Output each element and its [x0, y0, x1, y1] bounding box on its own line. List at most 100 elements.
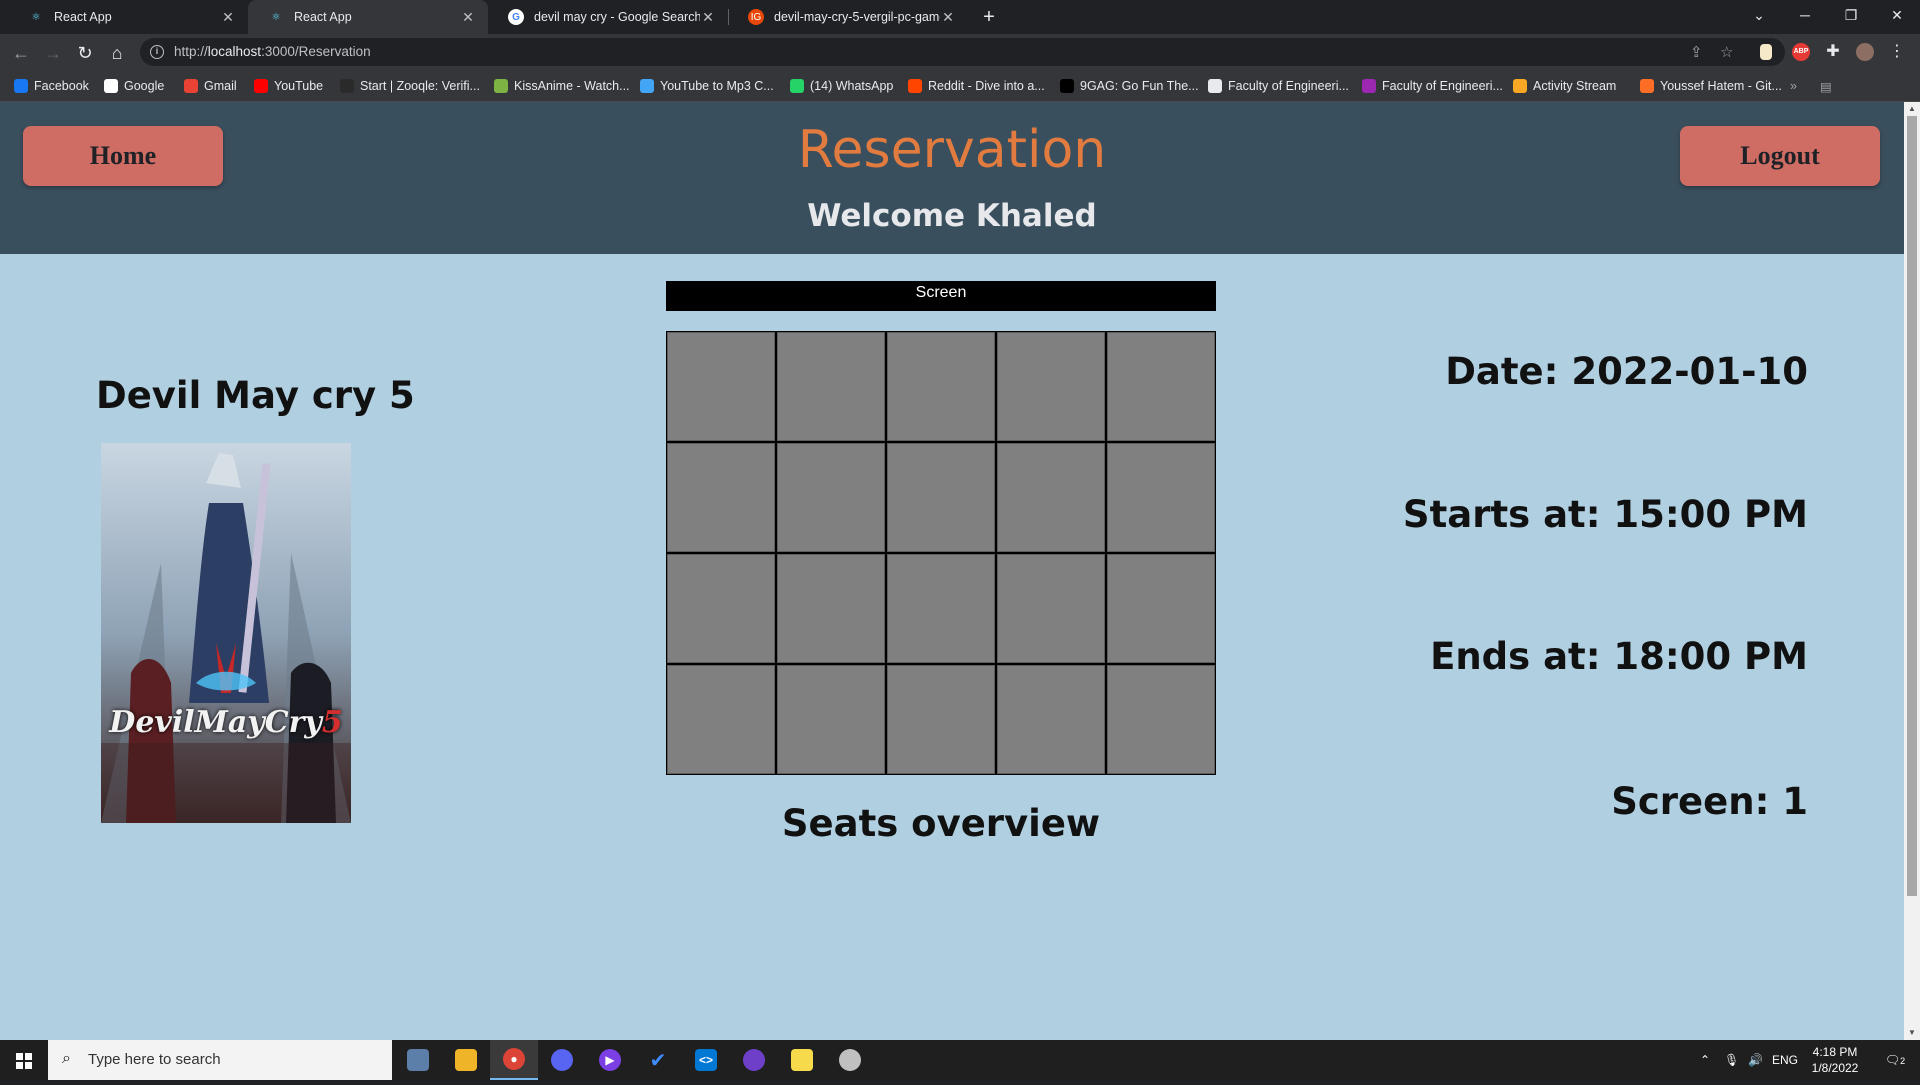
youtube-icon: [254, 79, 268, 93]
close-tab-icon[interactable]: ✕: [460, 9, 476, 26]
taskbar-app-notes[interactable]: [778, 1040, 826, 1080]
menu-icon[interactable]: ⋮: [1888, 43, 1906, 61]
kissanime-icon: [494, 79, 508, 93]
bookmark-item[interactable]: Youssef Hatem - Git...: [1640, 78, 1782, 94]
tray-chevron-icon[interactable]: ⌃: [1700, 1040, 1710, 1080]
address-bar[interactable]: i http://localhost:3000/Reservation ⇪ ☆: [140, 38, 1785, 66]
taskbar-app-github[interactable]: [730, 1040, 778, 1080]
seat[interactable]: [997, 554, 1105, 663]
seat[interactable]: [777, 443, 885, 552]
extension-icon[interactable]: [1760, 44, 1772, 60]
bookmark-item[interactable]: Reddit - Dive into a...: [908, 78, 1045, 94]
scroll-up-icon[interactable]: ▲: [1904, 102, 1920, 116]
bookmark-item[interactable]: Faculty of Engineeri...: [1208, 78, 1349, 94]
forward-arrow-icon[interactable]: →: [40, 40, 66, 66]
bookmark-label: Faculty of Engineeri...: [1382, 79, 1503, 93]
tab-game-page[interactable]: IG devil-may-cry-5-vergil-pc-game- ✕: [728, 0, 968, 34]
activity-icon: [1513, 79, 1527, 93]
home-icon[interactable]: ⌂: [104, 40, 130, 66]
volume-icon[interactable]: 🔊: [1748, 1040, 1763, 1080]
seat[interactable]: [1107, 332, 1215, 441]
seat[interactable]: [1107, 665, 1215, 774]
seat[interactable]: [997, 665, 1105, 774]
scroll-down-icon[interactable]: ▼: [1904, 1026, 1920, 1040]
scroll-thumb[interactable]: [1907, 116, 1917, 896]
screen-bar: Screen: [666, 281, 1216, 311]
page-title: Reservation: [797, 120, 1107, 180]
bookmark-item[interactable]: KissAnime - Watch...: [494, 78, 630, 94]
more-bookmarks-icon[interactable]: »: [1790, 78, 1797, 94]
taskbar-app-chrome[interactable]: ●: [490, 1040, 538, 1080]
seat[interactable]: [777, 554, 885, 663]
seat[interactable]: [1107, 554, 1215, 663]
bookmark-item[interactable]: Start | Zooqle: Verifi...: [340, 78, 480, 94]
close-tab-icon[interactable]: ✕: [700, 9, 716, 26]
taskbar-app-media[interactable]: ▶: [586, 1040, 634, 1080]
seat[interactable]: [777, 665, 885, 774]
mp3-icon: [640, 79, 654, 93]
new-tab-button[interactable]: +: [976, 4, 1002, 30]
reading-list-icon[interactable]: ▤: [1820, 78, 1832, 94]
seat[interactable]: [667, 665, 775, 774]
bookmark-item[interactable]: YouTube: [254, 78, 323, 94]
seat[interactable]: [887, 554, 995, 663]
puzzle-icon[interactable]: ✚: [1824, 43, 1842, 61]
info-icon[interactable]: i: [150, 45, 164, 59]
page-scrollbar[interactable]: ▲ ▼: [1904, 102, 1920, 1040]
google-icon: G: [508, 9, 524, 25]
share-icon[interactable]: ⇪: [1690, 43, 1703, 61]
seat[interactable]: [887, 332, 995, 441]
notification-center-icon[interactable]: 🗨2: [1880, 1040, 1910, 1080]
tab-google-search[interactable]: G devil may cry - Google Search ✕: [488, 0, 728, 34]
google-icon: [104, 79, 118, 93]
profile-avatar[interactable]: [1856, 43, 1874, 61]
url-text: http://localhost:3000/Reservation: [174, 44, 371, 59]
bookmark-item[interactable]: Gmail: [184, 78, 237, 94]
seat[interactable]: [667, 443, 775, 552]
taskbar-app-explorer[interactable]: [442, 1040, 490, 1080]
close-window-button[interactable]: ✕: [1874, 0, 1920, 30]
seat[interactable]: [667, 332, 775, 441]
logout-button[interactable]: Logout: [1680, 126, 1880, 186]
seat[interactable]: [887, 443, 995, 552]
restore-button[interactable]: ❐: [1828, 0, 1874, 30]
tab-react-app-1[interactable]: ⚛ React App ✕: [8, 0, 248, 34]
bookmark-label: Gmail: [204, 79, 237, 93]
star-icon[interactable]: ☆: [1720, 43, 1733, 61]
start-button[interactable]: [0, 1040, 48, 1080]
microphone-icon[interactable]: 🎙: [1724, 1040, 1739, 1080]
taskbar-app-todo[interactable]: ✔: [634, 1040, 682, 1080]
reload-icon[interactable]: ↻: [72, 40, 98, 66]
seat[interactable]: [667, 554, 775, 663]
bookmark-item[interactable]: Facebook: [14, 78, 89, 94]
bookmark-item[interactable]: (14) WhatsApp: [790, 78, 893, 94]
faculty-icon: [1208, 79, 1222, 93]
tab-search-icon[interactable]: ⌄: [1736, 0, 1782, 30]
seat[interactable]: [997, 443, 1105, 552]
close-tab-icon[interactable]: ✕: [940, 9, 956, 26]
bookmark-item[interactable]: Google: [104, 78, 164, 94]
bookmark-label: KissAnime - Watch...: [514, 79, 630, 93]
taskbar-app-discord[interactable]: [538, 1040, 586, 1080]
seat[interactable]: [887, 665, 995, 774]
bookmark-item[interactable]: 9GAG: Go Fun The...: [1060, 78, 1199, 94]
taskbar-app-vscode[interactable]: <>: [682, 1040, 730, 1080]
system-clock[interactable]: 4:18 PM 1/8/2022: [1800, 1044, 1870, 1076]
tab-title: devil may cry - Google Search: [534, 10, 700, 24]
language-indicator[interactable]: ENG: [1772, 1040, 1798, 1080]
bookmark-item[interactable]: Faculty of Engineeri...: [1362, 78, 1503, 94]
adblock-icon[interactable]: ABP: [1792, 43, 1810, 61]
show-end-time: Ends at: 18:00 PM: [1430, 635, 1808, 678]
tab-react-app-2[interactable]: ⚛ React App ✕: [248, 0, 488, 34]
back-arrow-icon[interactable]: ←: [8, 40, 34, 66]
taskbar-app-desktop[interactable]: [394, 1040, 442, 1080]
close-tab-icon[interactable]: ✕: [220, 9, 236, 26]
taskbar-search[interactable]: ⌕ Type here to search: [48, 1040, 392, 1080]
bookmark-item[interactable]: Activity Stream: [1513, 78, 1616, 94]
minimize-button[interactable]: ─: [1782, 0, 1828, 30]
seat[interactable]: [997, 332, 1105, 441]
seat[interactable]: [777, 332, 885, 441]
seat[interactable]: [1107, 443, 1215, 552]
taskbar-app-extra[interactable]: [826, 1040, 874, 1080]
bookmark-item[interactable]: YouTube to Mp3 C...: [640, 78, 774, 94]
